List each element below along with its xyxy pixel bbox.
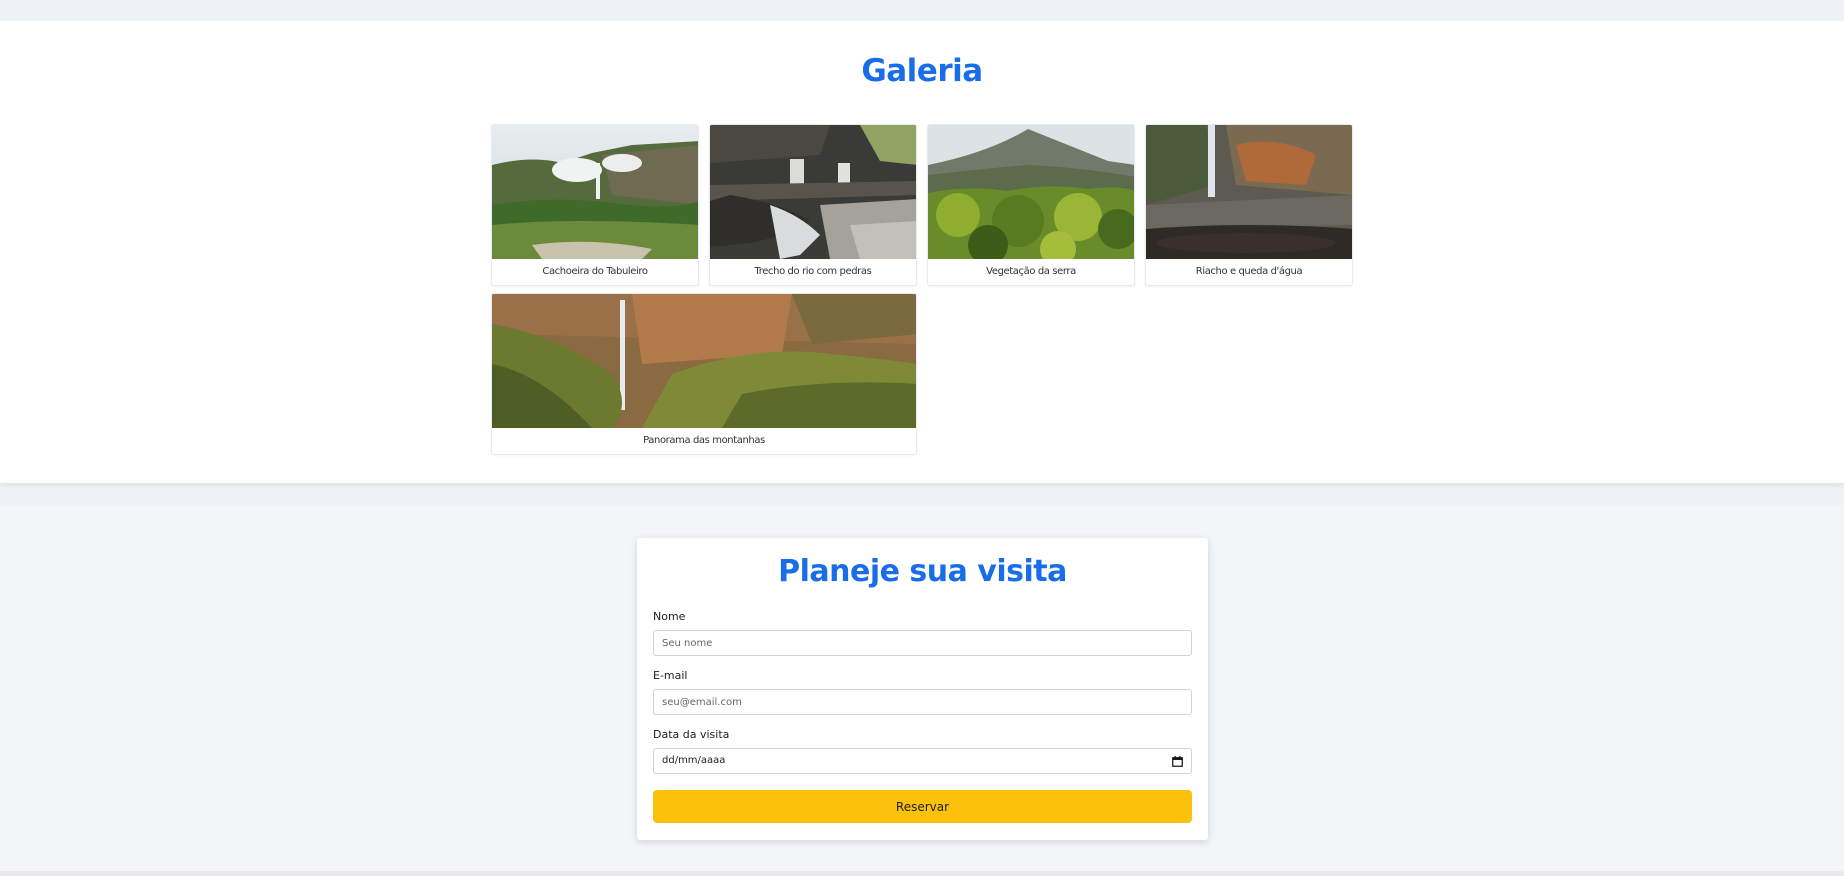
email-input[interactable] xyxy=(653,689,1192,715)
bottom-strip xyxy=(0,871,1844,876)
gallery-caption: Riacho e queda d'água xyxy=(1195,266,1303,277)
gallery-card[interactable]: Riacho e queda d'água xyxy=(1145,124,1353,286)
calendar-icon[interactable] xyxy=(1172,756,1183,767)
gallery-section: Galeria Cachoeira do Tabuleiro Trecho do… xyxy=(0,21,1844,483)
gallery-caption: Trecho do rio com pedras xyxy=(754,266,872,277)
gallery-card[interactable]: Trecho do rio com pedras xyxy=(709,124,917,286)
gallery-image xyxy=(492,125,698,259)
name-label: Nome xyxy=(653,610,686,623)
gallery-card[interactable]: Cachoeira do Tabuleiro xyxy=(491,124,699,286)
email-label: E-mail xyxy=(653,669,688,682)
reservar-button[interactable]: Reservar xyxy=(653,790,1192,823)
date-label: Data da visita xyxy=(653,728,730,741)
date-input[interactable]: dd/mm/aaaa xyxy=(653,748,1192,774)
gallery-caption: Cachoeira do Tabuleiro xyxy=(542,266,648,277)
gallery-title: Galeria xyxy=(861,53,983,89)
top-strip xyxy=(0,0,1844,21)
gallery-card[interactable]: Vegetação da serra xyxy=(927,124,1135,286)
gallery-caption: Vegetação da serra xyxy=(986,266,1076,277)
date-value: dd/mm/aaaa xyxy=(662,755,726,766)
gallery-image xyxy=(710,125,916,259)
visit-form: Planeje sua visita Nome E-mail Data da v… xyxy=(637,538,1208,840)
gallery-card[interactable]: Panorama das montanhas xyxy=(491,293,917,455)
gallery-image xyxy=(928,125,1134,259)
gallery-caption: Panorama das montanhas xyxy=(643,435,765,446)
gallery-image xyxy=(492,294,916,428)
gallery-image xyxy=(1146,125,1352,259)
form-title: Planeje sua visita xyxy=(778,554,1067,589)
name-input[interactable] xyxy=(653,630,1192,656)
